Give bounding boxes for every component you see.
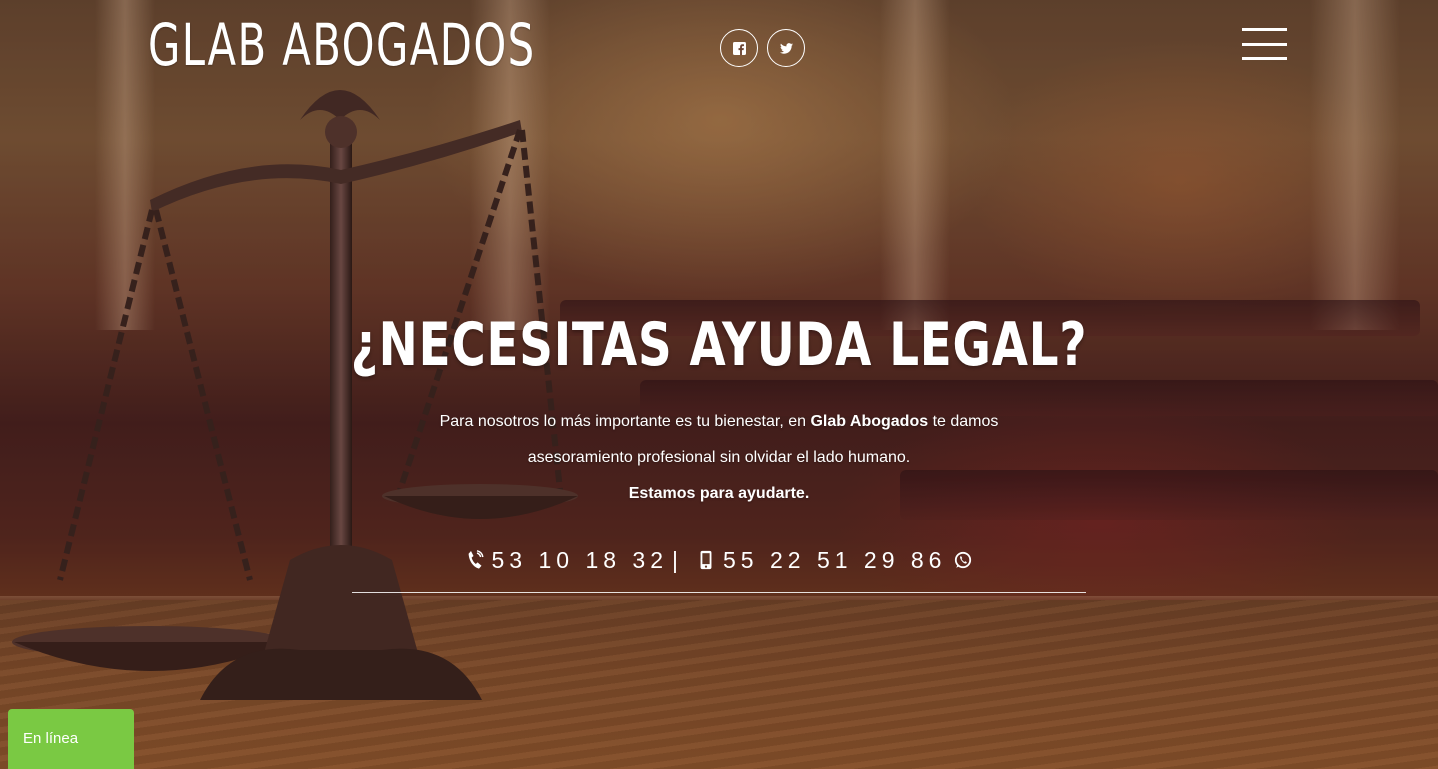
twitter-button[interactable]	[767, 29, 805, 67]
hero-intro: Para nosotros lo más importante es tu bi…	[419, 404, 1019, 476]
hero-intro-before: Para nosotros lo más importante es tu bi…	[439, 413, 811, 430]
twitter-icon	[779, 42, 793, 54]
facebook-button[interactable]	[720, 29, 758, 67]
hero-description: Para nosotros lo más importante es tu bi…	[419, 404, 1019, 512]
mobile-phone-link[interactable]: 55 22 51 29 86	[723, 547, 946, 574]
landline-phone-link[interactable]: 53 10 18 32	[492, 547, 669, 574]
mobile-phone-icon	[695, 548, 717, 572]
menu-bar	[1242, 28, 1287, 31]
facebook-icon	[732, 41, 746, 55]
menu-bar	[1242, 43, 1287, 46]
hero-intro-brand: Glab Abogados	[810, 413, 929, 430]
background-overlay	[0, 0, 1438, 769]
hero-divider	[352, 592, 1086, 593]
contact-phones: 53 10 18 32 | 55 22 51 29 86	[0, 540, 1438, 580]
whatsapp-icon[interactable]	[952, 548, 974, 572]
live-chat-button[interactable]: En línea	[8, 709, 134, 769]
chat-status-label: En línea	[23, 730, 79, 747]
phone-icon	[464, 548, 486, 572]
hero-title: ¿NECESITAS AYUDA LEGAL?	[350, 310, 1088, 380]
hamburger-menu-icon[interactable]	[1242, 28, 1287, 61]
phone-separator: |	[672, 546, 683, 573]
site-logo[interactable]: GLAB ABOGADOS	[148, 12, 536, 78]
menu-bar	[1242, 57, 1287, 60]
hero-tagline: Estamos para ayudarte.	[628, 485, 810, 502]
